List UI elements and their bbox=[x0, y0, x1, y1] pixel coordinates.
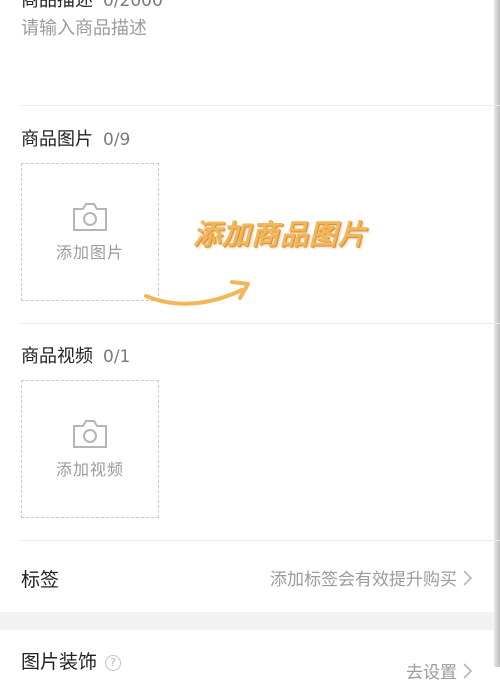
add-image-button[interactable]: 添加图片 bbox=[21, 163, 159, 301]
chevron-right-icon bbox=[463, 662, 472, 679]
tags-hint-row: 添加标签会有效提升购买 bbox=[270, 565, 472, 590]
tags-hint: 添加标签会有效提升购买 bbox=[270, 570, 457, 590]
camera-icon bbox=[73, 203, 107, 231]
tags-label: 标签 bbox=[21, 569, 60, 591]
add-video-label: 添加视频 bbox=[55, 460, 124, 479]
images-title-row: 商品图片 0/9 bbox=[21, 125, 130, 151]
divider bbox=[20, 105, 500, 106]
video-count: 0/1 bbox=[103, 347, 131, 367]
annotation-text: 添加商品图片 bbox=[193, 218, 368, 251]
tags-row[interactable]: 标签 添加标签会有效提升购买 bbox=[0, 541, 494, 611]
images-count: 0/9 bbox=[103, 130, 131, 150]
description-input[interactable]: 请输入商品描述 bbox=[21, 14, 481, 94]
video-title: 商品视频 bbox=[21, 346, 93, 367]
divider bbox=[20, 323, 500, 324]
camera-icon bbox=[73, 420, 107, 448]
decoration-label: 图片装饰 bbox=[21, 651, 98, 673]
decoration-label-row: 图片装饰? bbox=[21, 647, 122, 674]
decoration-value: 去设置 bbox=[406, 663, 457, 683]
description-title: 商品描述 bbox=[21, 0, 93, 11]
add-image-label: 添加图片 bbox=[55, 243, 124, 262]
decoration-row[interactable]: 图片装饰? 去设置 bbox=[0, 630, 494, 683]
video-title-row: 商品视频 0/1 bbox=[21, 342, 130, 368]
section-separator bbox=[0, 612, 494, 630]
description-section: 商品描述 0/2000 请输入商品描述 bbox=[0, 0, 494, 105]
decoration-value-row: 去设置 bbox=[406, 658, 472, 683]
curved-arrow-icon bbox=[144, 280, 250, 306]
description-title-row: 商品描述 0/2000 bbox=[21, 0, 163, 12]
images-title: 商品图片 bbox=[21, 129, 93, 150]
screen-edge bbox=[494, 0, 500, 667]
chevron-right-icon bbox=[463, 569, 472, 586]
description-count: 0/2000 bbox=[103, 0, 163, 11]
help-circle-icon[interactable]: ? bbox=[105, 654, 122, 671]
add-video-button[interactable]: 添加视频 bbox=[21, 380, 159, 518]
